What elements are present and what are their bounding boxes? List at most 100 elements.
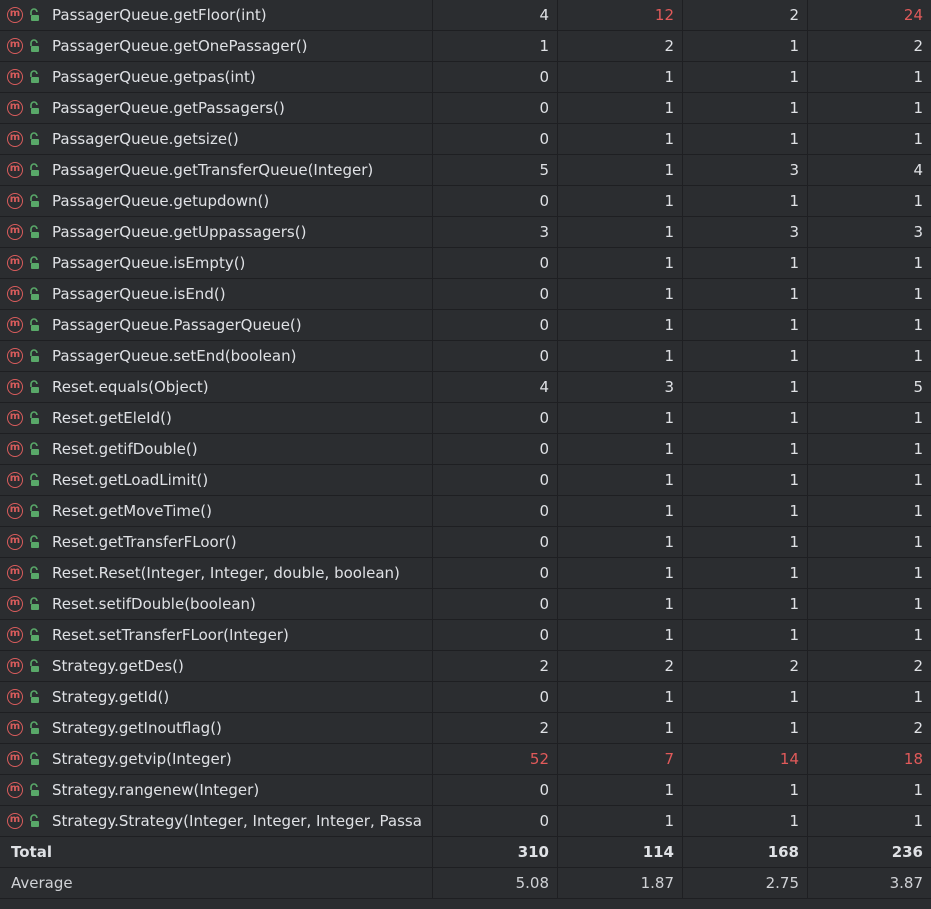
metric-3-value: 1 <box>683 310 808 340</box>
method-cell: m PassagerQueue.isEnd() <box>0 279 433 309</box>
total-row[interactable]: Total 310 114 168 236 <box>0 837 931 868</box>
table-row[interactable]: m Strategy.rangenew(Integer) 0 1 1 1 <box>0 775 931 806</box>
metric-3-value: 1 <box>683 806 808 836</box>
table-row[interactable]: m PassagerQueue.getTransferQueue(Integer)… <box>0 155 931 186</box>
public-lock-icon <box>30 783 39 796</box>
method-cell: m Reset.getTransferFLoor() <box>0 527 433 557</box>
table-row[interactable]: m Reset.equals(Object) 4 3 1 5 <box>0 372 931 403</box>
method-cell: m Strategy.getvip(Integer) <box>0 744 433 774</box>
metric-3-value: 1 <box>683 124 808 154</box>
metric-1-value: 4 <box>433 372 558 402</box>
total-label: Total <box>0 837 433 867</box>
method-m-icon: m <box>7 503 23 519</box>
public-lock-icon <box>30 597 39 610</box>
table-row[interactable]: m Reset.getMoveTime() 0 1 1 1 <box>0 496 931 527</box>
metric-1-value: 0 <box>433 682 558 712</box>
table-row[interactable]: m PassagerQueue.getupdown() 0 1 1 1 <box>0 186 931 217</box>
method-cell: m PassagerQueue.getUppassagers() <box>0 217 433 247</box>
metric-3-value: 1 <box>683 372 808 402</box>
method-m-icon: m <box>7 565 23 581</box>
metric-3-value: 3 <box>683 155 808 185</box>
table-row[interactable]: m PassagerQueue.getpas(int) 0 1 1 1 <box>0 62 931 93</box>
table-row[interactable]: m PassagerQueue.getsize() 0 1 1 1 <box>0 124 931 155</box>
metric-4-value: 1 <box>913 254 923 272</box>
table-row[interactable]: m Reset.getTransferFLoor() 0 1 1 1 <box>0 527 931 558</box>
metric-4-value: 1 <box>913 626 923 644</box>
public-lock-icon <box>30 70 39 83</box>
method-name: Reset.setifDouble(boolean) <box>52 595 256 613</box>
table-row[interactable]: m Strategy.getvip(Integer) 52 7 14 18 <box>0 744 931 775</box>
metric-3-value: 1 <box>683 620 808 650</box>
method-m-icon: m <box>7 658 23 674</box>
method-m-icon: m <box>7 410 23 426</box>
metric-3-value: 1 <box>683 527 808 557</box>
metric-2-value: 1 <box>558 186 683 216</box>
metric-2-value: 3 <box>558 372 683 402</box>
metric-4-value: 1 <box>913 564 923 582</box>
public-lock-icon <box>30 752 39 765</box>
total-metric-2: 114 <box>558 837 683 867</box>
metric-2-value: 1 <box>558 620 683 650</box>
average-metric-3: 2.75 <box>683 868 808 898</box>
method-m-icon: m <box>7 751 23 767</box>
table-row[interactable]: m Strategy.getDes() 2 2 2 2 <box>0 651 931 682</box>
metric-1-value: 3 <box>433 217 558 247</box>
average-row[interactable]: Average 5.08 1.87 2.75 3.87 <box>0 868 931 899</box>
metric-2-value: 1 <box>558 775 683 805</box>
metric-3-value: 1 <box>683 62 808 92</box>
method-cell: m Strategy.getId() <box>0 682 433 712</box>
average-metric-1: 5.08 <box>433 868 558 898</box>
metric-2-value: 1 <box>558 341 683 371</box>
method-name: Reset.getMoveTime() <box>52 502 212 520</box>
method-name: PassagerQueue.getsize() <box>52 130 239 148</box>
public-lock-icon <box>30 814 39 827</box>
method-name: PassagerQueue.getpas(int) <box>52 68 256 86</box>
metric-3-value: 1 <box>683 558 808 588</box>
metric-4-value: 1 <box>913 285 923 303</box>
method-cell: m Reset.getLoadLimit() <box>0 465 433 495</box>
metric-4-value: 1 <box>913 533 923 551</box>
table-row[interactable]: m Reset.getLoadLimit() 0 1 1 1 <box>0 465 931 496</box>
table-row[interactable]: m Reset.setTransferFLoor(Integer) 0 1 1 1 <box>0 620 931 651</box>
table-row[interactable]: m Strategy.getId() 0 1 1 1 <box>0 682 931 713</box>
metric-1-value: 0 <box>433 310 558 340</box>
metric-4-value: 1 <box>913 440 923 458</box>
metric-1-value: 2 <box>433 651 558 681</box>
table-row[interactable]: m PassagerQueue.isEmpty() 0 1 1 1 <box>0 248 931 279</box>
table-row[interactable]: m PassagerQueue.isEnd() 0 1 1 1 <box>0 279 931 310</box>
table-row[interactable]: m Strategy.getInoutflag() 2 1 1 2 <box>0 713 931 744</box>
metric-1-value: 0 <box>433 434 558 464</box>
method-cell: m PassagerQueue.getOnePassager() <box>0 31 433 61</box>
method-name: PassagerQueue.PassagerQueue() <box>52 316 302 334</box>
metric-3-value: 2 <box>683 651 808 681</box>
table-row[interactable]: m PassagerQueue.getPassagers() 0 1 1 1 <box>0 93 931 124</box>
public-lock-icon <box>30 473 39 486</box>
table-row[interactable]: m PassagerQueue.setEnd(boolean) 0 1 1 1 <box>0 341 931 372</box>
table-row[interactable]: m PassagerQueue.PassagerQueue() 0 1 1 1 <box>0 310 931 341</box>
table-row[interactable]: m Reset.getifDouble() 0 1 1 1 <box>0 434 931 465</box>
table-row[interactable]: m Reset.getEleId() 0 1 1 1 <box>0 403 931 434</box>
method-cell: m Reset.getMoveTime() <box>0 496 433 526</box>
metric-4-value: 2 <box>913 37 923 55</box>
metric-4-value: 5 <box>913 378 923 396</box>
table-row[interactable]: m Strategy.Strategy(Integer, Integer, Int… <box>0 806 931 837</box>
metric-1-value: 2 <box>433 713 558 743</box>
method-cell: m Strategy.getInoutflag() <box>0 713 433 743</box>
table-row[interactable]: m PassagerQueue.getOnePassager() 1 2 1 2 <box>0 31 931 62</box>
metric-2-value: 1 <box>558 248 683 278</box>
method-cell: m PassagerQueue.getPassagers() <box>0 93 433 123</box>
metric-4-value: 1 <box>913 316 923 334</box>
table-row[interactable]: m PassagerQueue.getFloor(int) 4 12 2 24 <box>0 0 931 31</box>
metric-2-value: 1 <box>558 124 683 154</box>
metric-3-value: 1 <box>683 496 808 526</box>
metric-2-value: 1 <box>558 310 683 340</box>
average-metric-4: 3.87 <box>889 874 923 892</box>
metric-2-value: 7 <box>558 744 683 774</box>
method-cell: m Reset.setifDouble(boolean) <box>0 589 433 619</box>
metric-1-value: 0 <box>433 248 558 278</box>
table-row[interactable]: m Reset.Reset(Integer, Integer, double, b… <box>0 558 931 589</box>
table-row[interactable]: m PassagerQueue.getUppassagers() 3 1 3 3 <box>0 217 931 248</box>
table-row[interactable]: m Reset.setifDouble(boolean) 0 1 1 1 <box>0 589 931 620</box>
method-name: Reset.getLoadLimit() <box>52 471 209 489</box>
public-lock-icon <box>30 256 39 269</box>
